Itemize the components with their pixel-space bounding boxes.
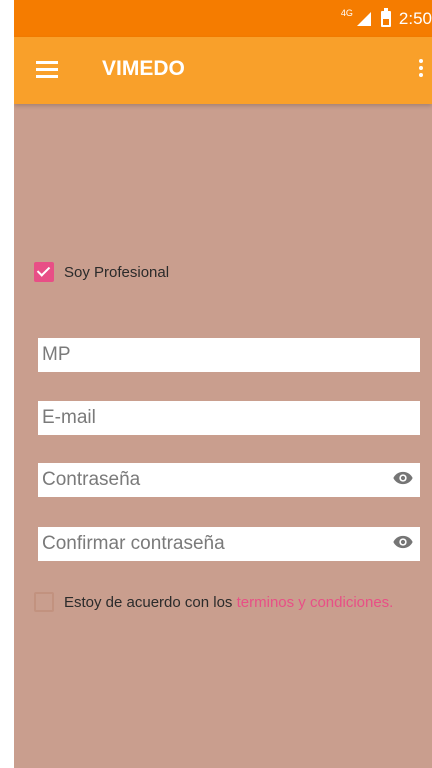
terms-row: Estoy de acuerdo con los terminos y cond… bbox=[34, 592, 393, 612]
status-bar: 4G 2:50 bbox=[14, 0, 432, 37]
email-input[interactable] bbox=[42, 401, 420, 435]
terms-label-text: Estoy de acuerdo con los bbox=[64, 593, 237, 611]
terms-label: Estoy de acuerdo con los terminos y cond… bbox=[64, 594, 393, 611]
terms-checkbox[interactable] bbox=[34, 592, 54, 612]
terms-link[interactable]: terminos y condiciones. bbox=[237, 594, 394, 611]
more-vert-icon[interactable] bbox=[418, 59, 424, 80]
app-screen: 4G 2:50 VIMEDO Soy Profesional MP E-mail… bbox=[14, 0, 432, 768]
hamburger-icon[interactable] bbox=[36, 61, 58, 78]
password-field bbox=[38, 463, 420, 497]
confirm-password-input[interactable] bbox=[42, 527, 420, 561]
email-field bbox=[38, 401, 420, 435]
mp-field bbox=[38, 338, 420, 372]
battery-icon bbox=[380, 8, 391, 27]
mp-input[interactable] bbox=[42, 338, 420, 372]
status-icons: 4G 2:50 bbox=[340, 8, 432, 29]
confirm-password-field bbox=[38, 527, 420, 561]
left-edge-strip bbox=[0, 0, 14, 768]
professional-row: Soy Profesional bbox=[34, 262, 169, 282]
professional-checkbox[interactable] bbox=[34, 262, 54, 282]
signal-icon bbox=[356, 12, 371, 26]
professional-label: Soy Profesional bbox=[64, 263, 170, 281]
network-type: 4G bbox=[340, 8, 353, 18]
password-input[interactable] bbox=[42, 463, 420, 497]
app-title: VIMEDO bbox=[102, 57, 185, 80]
eye-icon[interactable] bbox=[392, 535, 414, 549]
app-toolbar: VIMEDO bbox=[14, 37, 432, 104]
eye-icon[interactable] bbox=[392, 471, 414, 485]
status-time: 2:50 bbox=[398, 9, 432, 28]
